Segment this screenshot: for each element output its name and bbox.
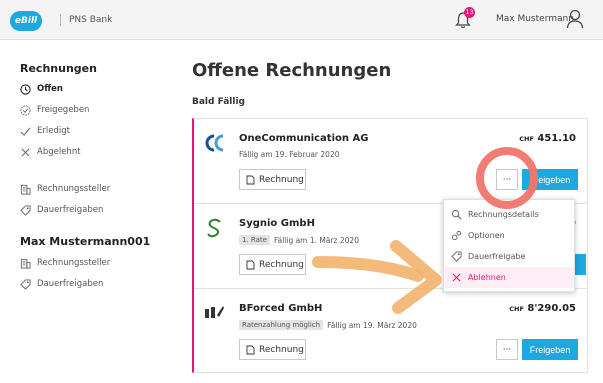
due-date: 1. Rate Fällig am 1. März 2020 — [239, 235, 359, 245]
check-icon — [20, 127, 31, 136]
approve-button[interactable]: Freigeben — [522, 339, 578, 360]
sidebar-item-abgelehnt[interactable]: Abgelehnt — [20, 145, 81, 159]
top-bar: eBill PNS Bank 13 Max Mustermann — [0, 0, 603, 40]
bill-amount: CHF 8'290.05 — [509, 303, 576, 314]
options-dropdown: Rechnungsdetails Optionen Dauerfreigabe … — [443, 199, 575, 292]
tag-icon — [451, 251, 462, 262]
more-options-button[interactable]: ··· — [496, 339, 518, 360]
due-date: Fällig am 19. Februar 2020 — [239, 150, 340, 159]
menu-item-rechnungsdetails[interactable]: Rechnungsdetails — [444, 204, 574, 225]
sidebar-item-erledigt[interactable]: Erledigt — [20, 124, 70, 138]
sygnio-logo — [207, 218, 221, 238]
bill-amount: CHF 451.10 — [519, 133, 576, 144]
sidebar-item-label: Dauerfreigaben — [37, 205, 104, 215]
company-name: Sygnio GmbH — [239, 218, 315, 229]
document-button[interactable]: Rechnung — [239, 169, 306, 190]
sidebar-item-label: Offen — [37, 84, 63, 94]
sidebar-item-label: Rechnungssteller — [37, 258, 111, 268]
sidebar-item-label: Rechnungssteller — [37, 184, 111, 194]
section-title: Bald Fällig — [192, 97, 245, 107]
sidebar-item-label: Abgelehnt — [37, 147, 81, 157]
sidebar-item-offen[interactable]: Offen — [20, 82, 63, 96]
document-icon — [246, 345, 255, 354]
magnifier-icon — [451, 209, 462, 220]
sidebar-item-rechnungssteller-2[interactable]: Rechnungssteller — [20, 256, 110, 270]
document-button[interactable]: Rechnung — [239, 339, 306, 360]
company-name: OneCommunication AG — [239, 133, 369, 144]
tag-icon — [20, 204, 31, 216]
building-icon — [20, 258, 31, 269]
ebill-logo[interactable]: eBill — [10, 11, 42, 31]
clock-check-icon — [20, 104, 31, 116]
sidebar-title-account: Max Mustermann001 — [20, 235, 151, 248]
installment-tag: Ratenzahlung möglich — [239, 320, 324, 330]
document-button[interactable]: Rechnung — [239, 254, 306, 275]
menu-item-dauerfreigabe[interactable]: Dauerfreigabe — [444, 246, 574, 267]
gears-icon — [451, 230, 462, 241]
sidebar-item-dauerfreigaben[interactable]: Dauerfreigaben — [20, 203, 103, 217]
sidebar-item-label: Freigegeben — [37, 105, 90, 115]
notification-badge: 13 — [464, 7, 475, 18]
page-title: Offene Rechnungen — [192, 60, 392, 81]
approve-button[interactable]: Freigeben — [522, 169, 578, 190]
bforced-logo — [205, 306, 224, 318]
sidebar-item-freigegeben[interactable]: Freigegeben — [20, 103, 89, 117]
bank-name: PNS Bank — [60, 14, 112, 26]
sidebar-title-rechnungen: Rechnungen — [20, 62, 97, 75]
company-name: BForced GmbH — [239, 303, 323, 314]
user-icon[interactable] — [566, 9, 584, 29]
sidebar-item-label: Erledigt — [37, 126, 70, 136]
clock-icon — [20, 83, 31, 95]
sidebar-item-label: Dauerfreigaben — [37, 279, 104, 289]
due-date: Ratenzahlung möglich Fällig am 19. März … — [239, 320, 417, 330]
x-icon — [452, 273, 461, 282]
document-icon — [246, 260, 255, 269]
more-options-button[interactable]: ··· — [496, 169, 518, 190]
x-icon — [21, 147, 30, 157]
bill-card[interactable]: OneCommunication AG Fällig am 19. Februa… — [194, 119, 588, 204]
document-icon — [246, 175, 255, 184]
sidebar-item-rechnungssteller[interactable]: Rechnungssteller — [20, 182, 110, 196]
building-icon — [20, 184, 31, 195]
user-name[interactable]: Max Mustermann — [496, 14, 574, 24]
onecommunication-logo — [205, 134, 224, 152]
menu-item-optionen[interactable]: Optionen — [444, 225, 574, 246]
tag-icon — [20, 278, 31, 290]
rate-tag: 1. Rate — [239, 235, 270, 245]
menu-item-ablehnen[interactable]: Ablehnen — [444, 267, 574, 288]
bill-card[interactable]: BForced GmbH Ratenzahlung möglich Fällig… — [194, 289, 588, 374]
sidebar-item-dauerfreigaben-2[interactable]: Dauerfreigaben — [20, 277, 103, 291]
